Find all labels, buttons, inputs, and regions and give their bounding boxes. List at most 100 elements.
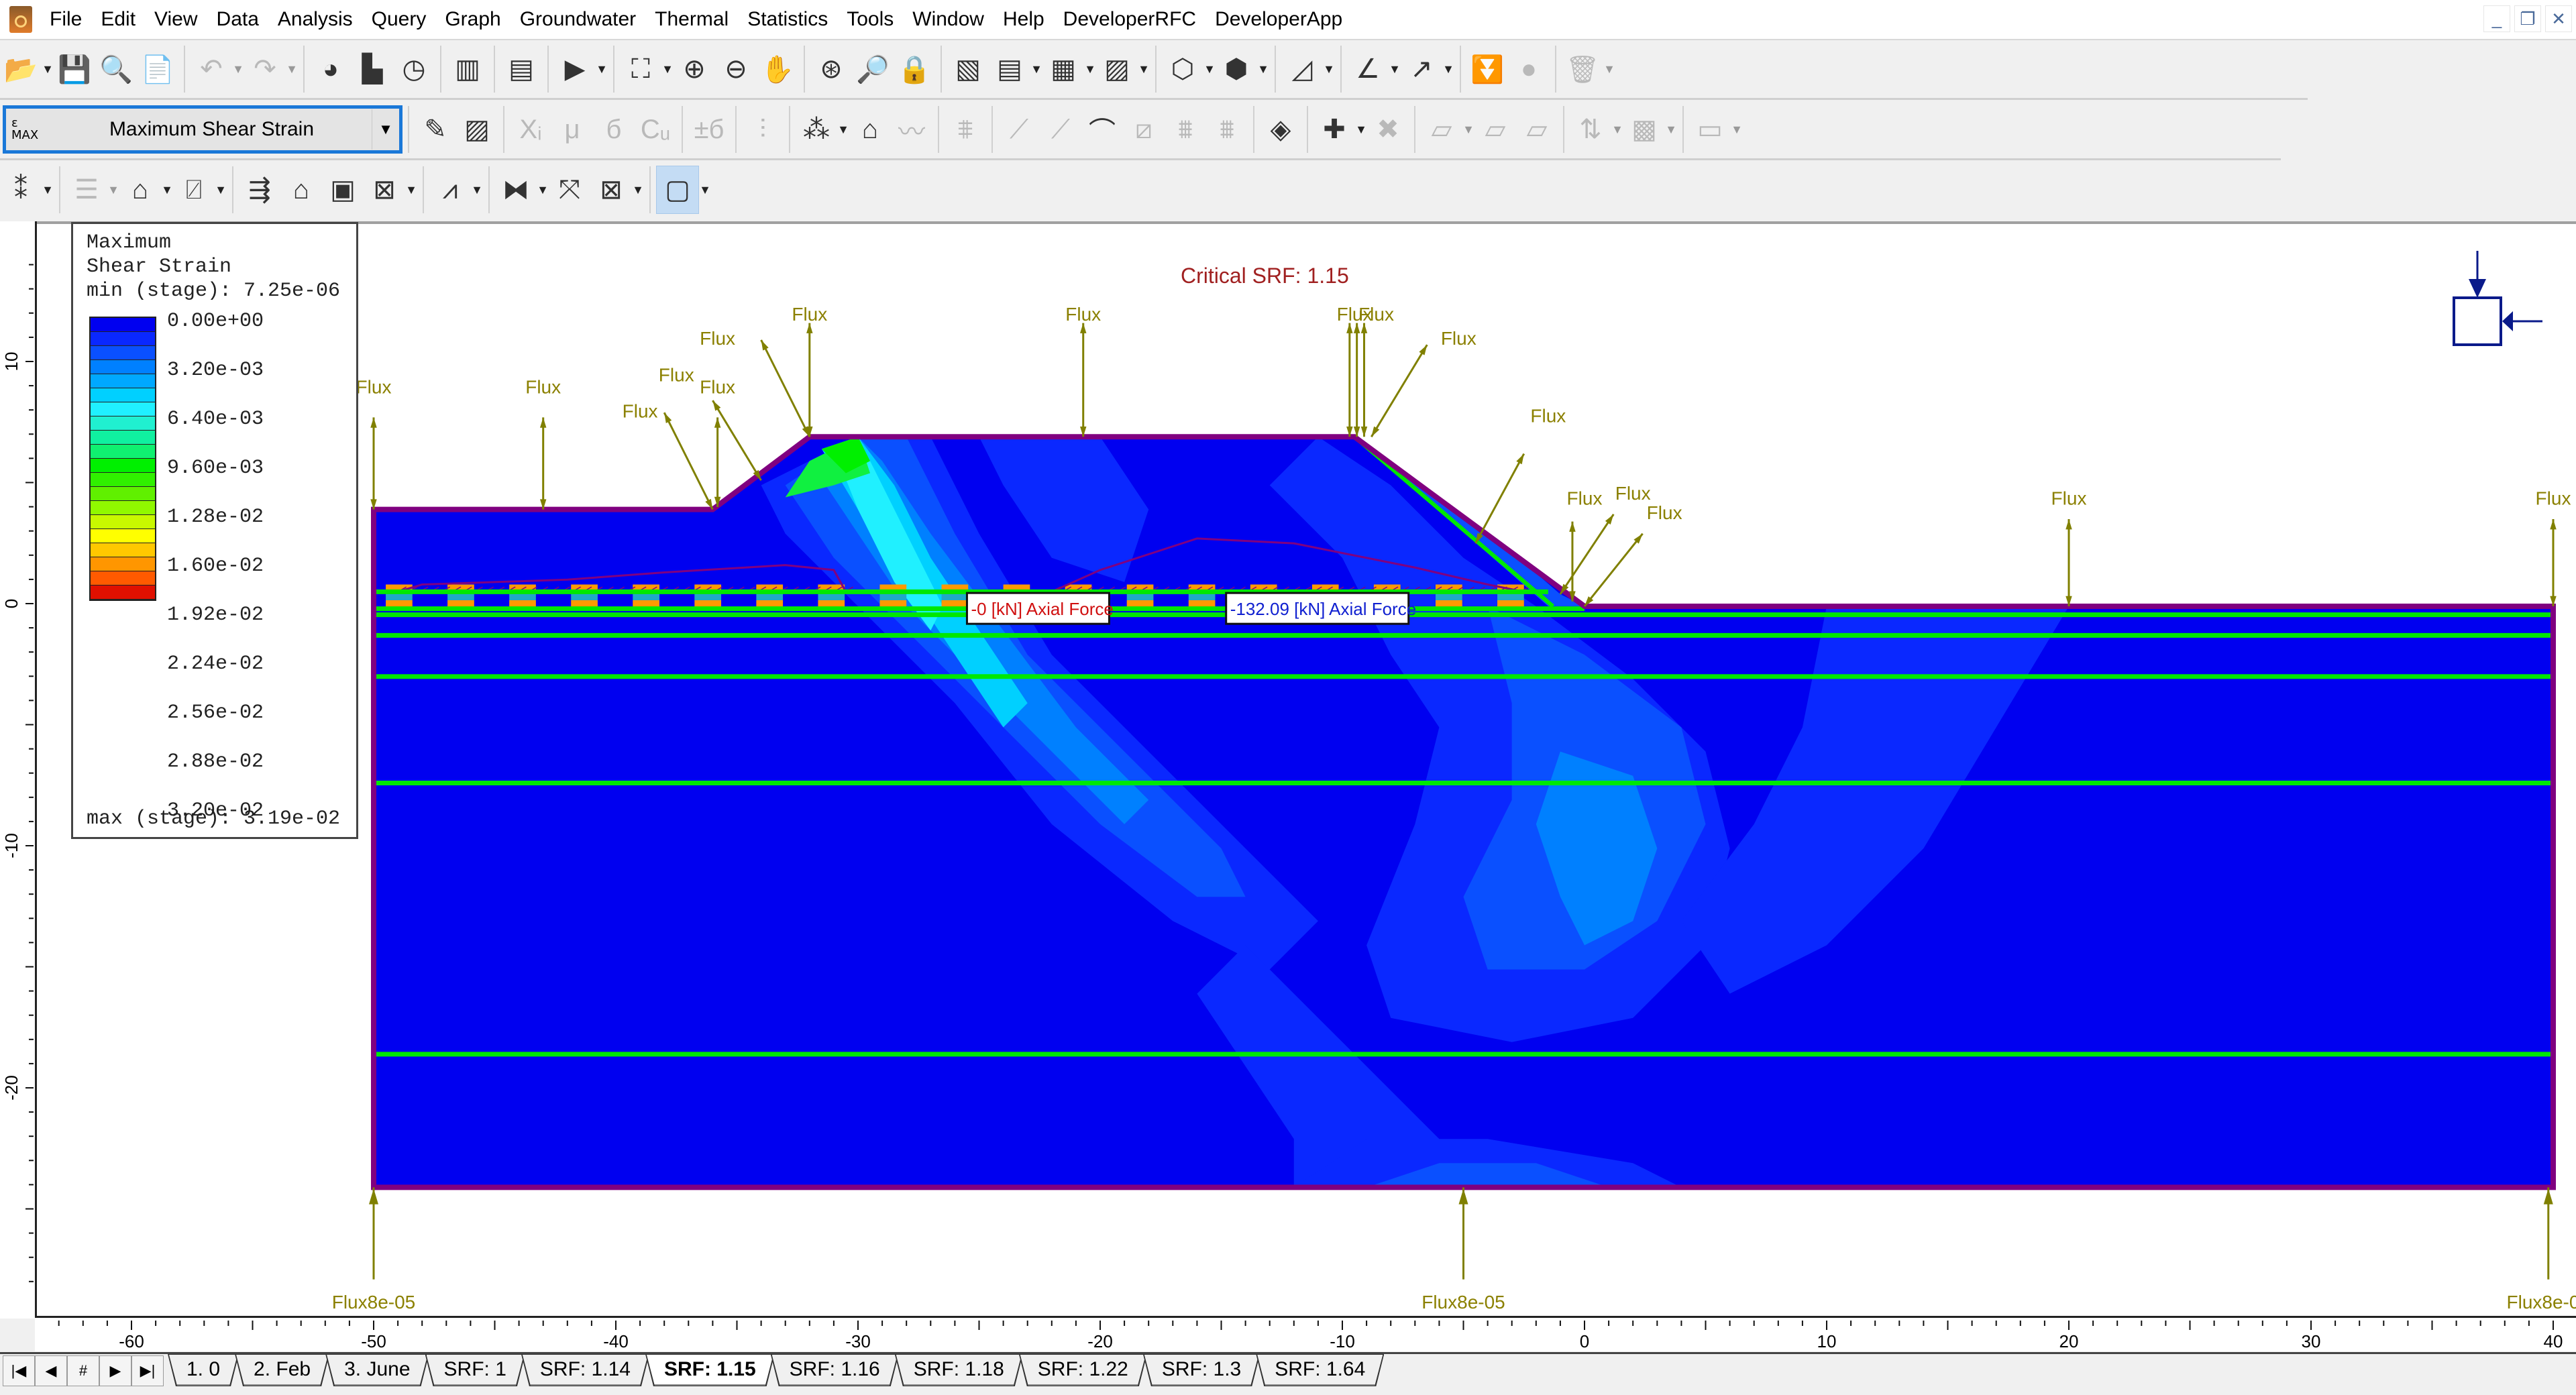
stage-tab[interactable]: SRF: 1.16 [771,1354,899,1386]
chevron-down-icon[interactable]: ▼ [632,183,644,197]
edit-c-button[interactable]: ▱ [1516,106,1558,153]
menu-window[interactable]: Window [903,0,994,39]
chevron-down-icon[interactable]: ▼ [215,183,227,197]
chevron-down-icon[interactable]: ▼ [42,183,54,197]
stage-tab[interactable]: SRF: 1 [425,1354,525,1386]
contour-palette-button[interactable]: ▙ [352,46,393,93]
edit-a-button[interactable]: ▱ [1421,106,1462,153]
chevron-down-icon[interactable]: ▼ [661,62,674,76]
arrow-draw-button[interactable]: ↗ [1401,46,1442,93]
minimize-button[interactable]: _ [2483,5,2510,32]
image-button[interactable]: ▧ [947,46,989,93]
chevron-down-icon[interactable]: ▼ [1084,62,1096,76]
supports-button[interactable]: ⧓ [495,166,537,213]
menu-developerrfc[interactable]: DeveloperRFC [1054,0,1205,39]
chevron-down-icon[interactable]: ▼ [1731,123,1743,137]
mesh-box-button[interactable]: ⊠ [590,166,632,213]
chevron-down-icon[interactable]: ▼ [1323,62,1335,76]
chevron-down-icon[interactable]: ▼ [405,183,417,197]
graph-button[interactable]: ⩨ [945,106,986,153]
boundary-dashed-button[interactable]: ⌂ [119,166,161,213]
chart-curve-button[interactable]: ⌒ [1081,106,1123,153]
menu-view[interactable]: View [145,0,207,39]
model-view[interactable]: -0 [kN] Axial Force -132.09 [kN] Axial Fo… [0,221,2576,1319]
boundary-button[interactable]: ⌂ [849,106,891,153]
chevron-down-icon[interactable]: ▼ [1611,123,1623,137]
delete-button[interactable]: 🗑 [1562,46,1603,93]
vectors-button[interactable]: ⩘ [429,166,471,213]
angle-button[interactable]: ∠ [1347,46,1389,93]
zoom-all-button[interactable]: ⊛ [810,46,852,93]
chevron-down-icon[interactable]: ▼ [1257,62,1269,76]
chevron-down-icon[interactable]: ▼ [1389,62,1401,76]
table-button[interactable]: ▦ [1042,46,1084,93]
chevron-down-icon[interactable]: ▼ [372,109,399,150]
chevron-down-icon[interactable]: ▼ [1030,62,1042,76]
chart-stack2-button[interactable]: ⩩ [1206,106,1248,153]
path-button[interactable]: 〰 [891,106,932,153]
menu-developerapp[interactable]: DeveloperApp [1205,0,1352,39]
stage-tab[interactable]: 1. 0 [168,1354,239,1386]
column-view-button[interactable]: ▥ [447,46,488,93]
chevron-down-icon[interactable]: ▼ [1138,62,1150,76]
menu-help[interactable]: Help [994,0,1054,39]
edit-b-button[interactable]: ▱ [1474,106,1516,153]
pan-button[interactable]: ✋ [757,46,798,93]
mu-button[interactable]: μ [551,106,593,153]
chevron-down-icon[interactable]: ▼ [471,183,483,197]
zoom-out-button[interactable]: ⊖ [715,46,757,93]
menu-statistics[interactable]: Statistics [738,0,837,39]
redo-button[interactable]: ↷ [244,46,286,93]
chevron-down-icon[interactable]: ▼ [1203,62,1216,76]
material-hatch-button[interactable]: ▨ [456,106,498,153]
chart-line-button[interactable]: ⟋ [998,106,1040,153]
restore-button[interactable]: ❐ [2514,5,2541,32]
chevron-down-icon[interactable]: ▼ [42,62,54,76]
layer-button[interactable]: ▭ [1689,106,1731,153]
stage-tab[interactable]: SRF: 1.18 [895,1354,1023,1386]
chart-stack-button[interactable]: ⩩ [1165,106,1206,153]
chevron-down-icon[interactable]: ▼ [1355,123,1367,137]
tab-nav-button[interactable]: ▶| [131,1355,164,1386]
menu-analysis[interactable]: Analysis [268,0,362,39]
stage-button[interactable]: ▤ [500,46,542,93]
contour-legend[interactable]: Maximum Shear Strain min (stage): 7.25e-… [71,222,358,839]
chevron-down-icon[interactable]: ▼ [596,62,608,76]
sphere-button[interactable]: ● [1508,46,1550,93]
menu-file[interactable]: File [40,0,91,39]
chevron-down-icon[interactable]: ▼ [107,183,119,197]
nodes-button[interactable]: ⁑ [0,166,42,213]
sigma-button[interactable]: б [593,106,635,153]
split-button[interactable]: ⇅ [1570,106,1611,153]
save-button[interactable]: 💾 [54,46,95,93]
tab-nav-button[interactable]: ◀ [35,1355,67,1386]
chevron-down-icon[interactable]: ▼ [161,183,173,197]
xi-button[interactable]: Xᵢ [510,106,551,153]
edit-expression-button[interactable]: ✎ [415,106,456,153]
polygon-button[interactable]: ⬢ [1216,46,1257,93]
picture-button[interactable]: ▨ [1096,46,1138,93]
menu-tools[interactable]: Tools [837,0,903,39]
chart-bar-button[interactable]: ⟋ [1040,106,1081,153]
menu-groundwater[interactable]: Groundwater [511,0,645,39]
chevron-down-icon[interactable]: ▼ [1665,123,1677,137]
remove-point-button[interactable]: ✖ [1367,106,1409,153]
mesh-shape-button[interactable]: ⊠ [364,166,405,213]
print-preview-button[interactable]: 🔍 [95,46,137,93]
loads-button[interactable]: ⇶ [239,166,280,213]
excavation-button[interactable]: ⌂ [280,166,322,213]
contour-type-select[interactable]: ε MAX Maximum Shear Strain ▼ [3,105,402,154]
text-box-button[interactable]: ▤ [989,46,1030,93]
menu-graph[interactable]: Graph [435,0,510,39]
chevron-down-icon[interactable]: ▼ [232,62,244,76]
close-button[interactable]: ✕ [2545,5,2572,32]
chart-diag-button[interactable]: ⧄ [1123,106,1165,153]
menu-edit[interactable]: Edit [91,0,145,39]
add-point-button[interactable]: ✚ [1313,106,1355,153]
chevron-down-icon[interactable]: ▼ [1442,62,1454,76]
open-button[interactable]: 📂 [0,46,42,93]
undo-button[interactable]: ↶ [191,46,232,93]
menu-thermal[interactable]: Thermal [645,0,738,39]
histogram-button[interactable]: ⫶ [742,106,784,153]
frame-button[interactable]: ▢ [656,166,699,214]
